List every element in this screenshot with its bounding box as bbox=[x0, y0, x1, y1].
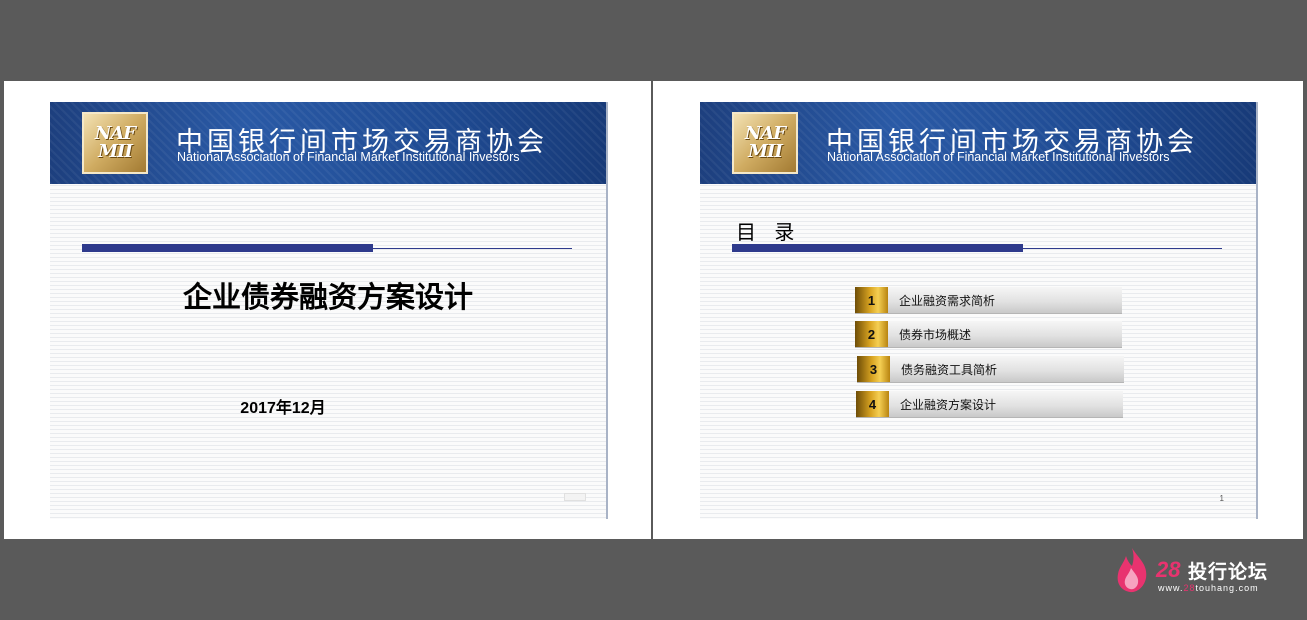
page-number: 1 bbox=[1219, 494, 1224, 503]
toc-heading: 目 录 bbox=[736, 220, 801, 244]
slide-title: 企业债券融资方案设计 bbox=[182, 280, 473, 314]
watermark-url: www.28touhang.com bbox=[1158, 583, 1259, 593]
toc-item-number: 3 bbox=[857, 356, 890, 382]
nafmii-logo-icon: NAF MII bbox=[82, 112, 148, 174]
toc-item-number: 2 bbox=[855, 321, 888, 347]
org-name-en: National Association of Financial Market… bbox=[177, 150, 520, 164]
title-rule-thick bbox=[82, 244, 373, 252]
page-number-box bbox=[564, 493, 586, 501]
toc-item-number: 1 bbox=[855, 287, 888, 313]
site-watermark: 28 投行论坛 www.28touhang.com bbox=[1114, 546, 1294, 596]
page-divider bbox=[651, 81, 653, 539]
toc-item-label: 债券市场概述 bbox=[899, 328, 972, 342]
toc-item-label: 债务融资工具简析 bbox=[901, 363, 998, 377]
toc-item-number: 4 bbox=[856, 391, 889, 417]
title-rule-thin bbox=[373, 248, 572, 249]
slide-date: 2017年12月 bbox=[240, 400, 326, 417]
toc-rule-thick bbox=[732, 244, 1023, 252]
toc-item[interactable]: 4 企业融资方案设计 bbox=[856, 391, 1123, 418]
toc-item-label: 企业融资方案设计 bbox=[900, 398, 997, 412]
slide-contents-page[interactable]: NAF MII 中国银行间市场交易商协会 National Associatio… bbox=[700, 102, 1256, 519]
watermark-site-name: 投行论坛 bbox=[1188, 561, 1269, 583]
org-name-en: National Association of Financial Market… bbox=[827, 150, 1170, 164]
header-banner: NAF MII 中国银行间市场交易商协会 National Associatio… bbox=[700, 102, 1256, 184]
toc-item-label: 企业融资需求简析 bbox=[899, 294, 996, 308]
flame-logo-icon bbox=[1117, 548, 1147, 593]
toc-item[interactable]: 3 债务融资工具简析 bbox=[857, 356, 1124, 383]
slide-title-page[interactable]: NAF MII 中国银行间市场交易商协会 National Associatio… bbox=[50, 102, 606, 519]
header-banner: NAF MII 中国银行间市场交易商协会 National Associatio… bbox=[50, 102, 606, 184]
watermark-number: 28 bbox=[1156, 557, 1181, 582]
toc-item[interactable]: 1 企业融资需求简析 bbox=[855, 287, 1122, 314]
toc-rule-thin bbox=[1023, 248, 1222, 249]
toc-item[interactable]: 2 债券市场概述 bbox=[855, 321, 1122, 348]
nafmii-logo-icon: NAF MII bbox=[732, 112, 798, 174]
